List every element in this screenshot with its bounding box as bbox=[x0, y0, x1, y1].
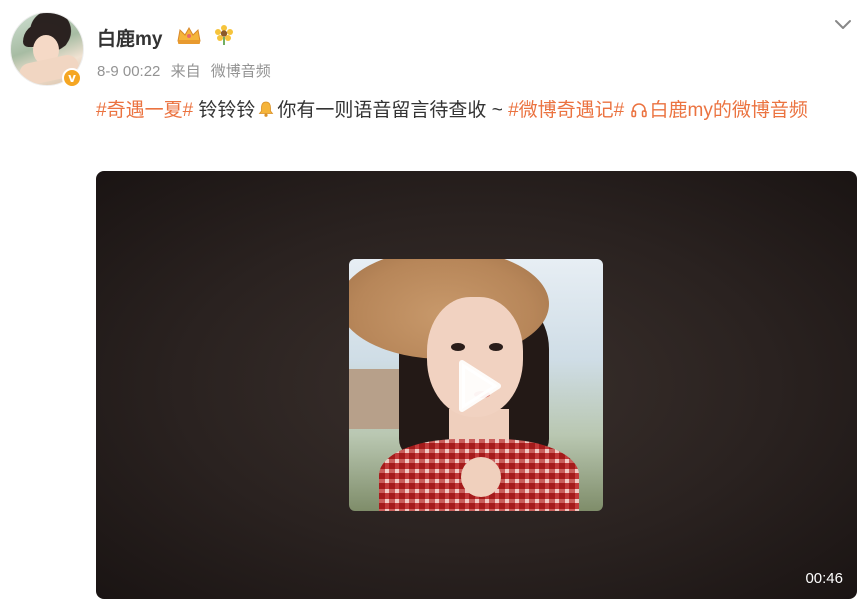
video-duration: 00:46 bbox=[805, 570, 843, 587]
bell-icon bbox=[259, 101, 274, 117]
username[interactable]: 白鹿my bbox=[97, 24, 162, 51]
post-text: #奇遇一夏# 铃铃铃 你有一则语音留言待查收 ~ #微博奇遇记# 白鹿my的微博… bbox=[96, 95, 861, 127]
post-text-segment: 铃铃铃 bbox=[193, 100, 256, 121]
sunflower-icon[interactable] bbox=[214, 24, 234, 46]
post-meta: 8-9 00:22 来自 微博音频 bbox=[97, 60, 277, 81]
play-icon[interactable] bbox=[440, 351, 510, 421]
headphones-icon bbox=[630, 103, 647, 118]
post-time[interactable]: 8-9 00:22 bbox=[97, 63, 160, 80]
chevron-down-icon[interactable] bbox=[833, 18, 853, 32]
audio-link[interactable]: 白鹿my的微博音频 bbox=[630, 100, 808, 121]
post-source[interactable]: 微博音频 bbox=[211, 63, 271, 80]
verified-badge-icon: v bbox=[62, 68, 82, 88]
hashtag-link[interactable]: #微博奇遇记# bbox=[508, 100, 624, 121]
post-text-segment: 你有一则语音留言待查收 ~ bbox=[277, 100, 509, 121]
crown-icon[interactable] bbox=[175, 25, 203, 45]
source-prefix: 来自 bbox=[170, 63, 201, 80]
hashtag-link[interactable]: #奇遇一夏# bbox=[96, 100, 193, 121]
video-player[interactable]: 00:46 bbox=[96, 171, 857, 599]
audio-link-label: 白鹿my的微博音频 bbox=[649, 100, 808, 121]
